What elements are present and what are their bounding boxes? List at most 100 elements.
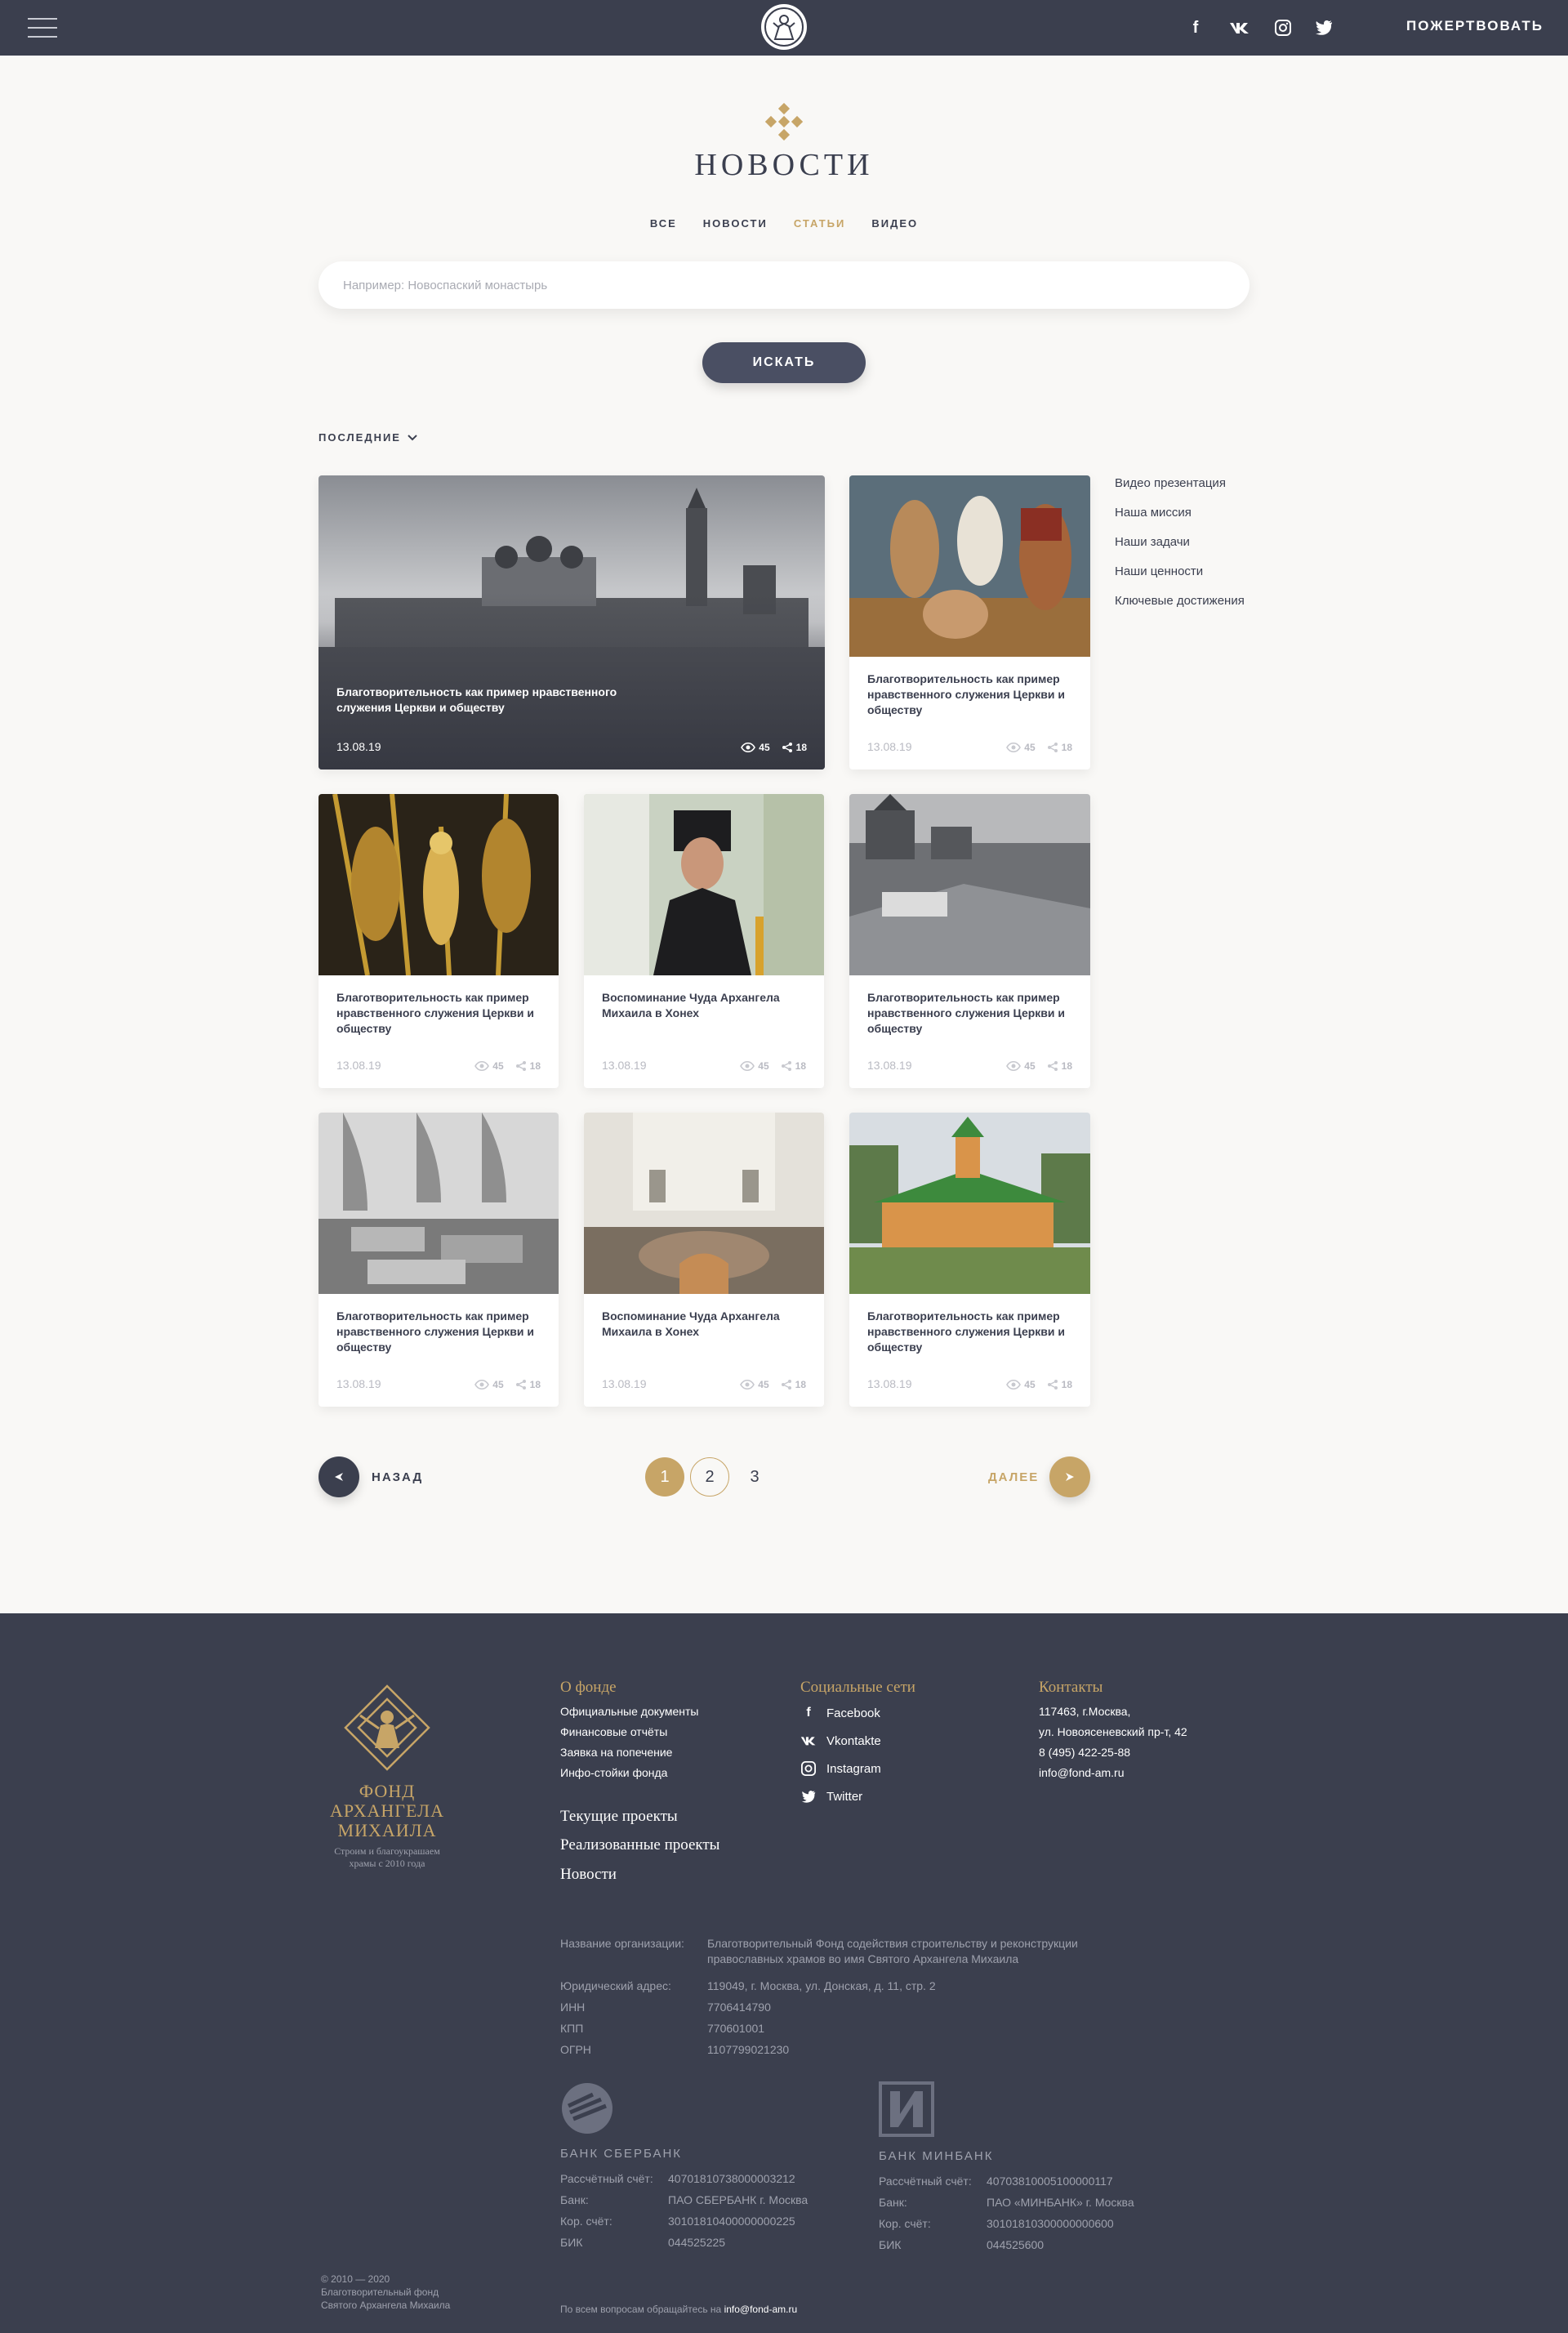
footer-social-heading: Социальные сети <box>800 1679 915 1696</box>
footer-phone[interactable]: 8 (495) 422-25-88 <box>1039 1746 1130 1759</box>
card-meta: 45 18 <box>740 1379 806 1390</box>
tab-all[interactable]: ВСЕ <box>650 217 677 230</box>
shares-count: 18 <box>782 742 807 753</box>
footer-email[interactable]: info@fond-am.ru <box>1039 1766 1124 1779</box>
footer-link-documents[interactable]: Официальные документы <box>560 1705 698 1718</box>
footer-link-info-stands[interactable]: Инфо-стойки фонда <box>560 1766 667 1779</box>
prev-label[interactable]: НАЗАД <box>372 1470 423 1484</box>
bank-label: БИК <box>879 2238 902 2251</box>
footer-link-application[interactable]: Заявка на попечение <box>560 1746 672 1759</box>
bank-name: БАНК СБЕРБАНК <box>560 2147 683 2161</box>
prev-button[interactable] <box>318 1456 359 1497</box>
contact-email-link[interactable]: info@fond-am.ru <box>724 2304 798 2315</box>
views-count: 45 <box>474 1060 504 1072</box>
side-link-mission[interactable]: Наша миссия <box>1115 505 1254 520</box>
requisite-value: 770601001 <box>707 2022 765 2035</box>
card-meta: 45 18 <box>474 1379 541 1390</box>
crypt-photo <box>318 1113 559 1294</box>
news-card[interactable]: Благотворительность как пример нравствен… <box>318 794 559 1088</box>
news-card[interactable]: Благотворительность как пример нравствен… <box>849 794 1090 1088</box>
facebook-icon[interactable]: f <box>1184 16 1207 39</box>
requisite-value: Благотворительный Фонд содействия строит… <box>707 1937 1078 1965</box>
card-title: Благотворительность как пример нравствен… <box>867 1309 1066 1354</box>
menu-icon[interactable] <box>28 18 57 38</box>
card-meta: 45 18 <box>741 742 807 753</box>
footer-facebook-link[interactable]: f Facebook <box>800 1705 880 1721</box>
arrow-right-icon <box>1066 1473 1074 1481</box>
footer-link-news[interactable]: Новости <box>560 1866 617 1884</box>
chevron-down-icon <box>408 434 417 440</box>
tab-video[interactable]: ВИДЕО <box>871 217 918 230</box>
next-label[interactable]: ДАЛЕЕ <box>988 1470 1039 1484</box>
card-date: 13.08.19 <box>336 740 381 753</box>
footer-link-reports[interactable]: Финансовые отчёты <box>560 1725 667 1738</box>
vk-icon <box>800 1733 817 1749</box>
page-1[interactable]: 1 <box>645 1457 684 1497</box>
bank-label: Кор. счёт: <box>560 2215 612 2228</box>
share-icon <box>781 1061 791 1071</box>
instagram-icon[interactable] <box>1272 16 1294 39</box>
facebook-icon: f <box>806 1706 811 1720</box>
eye-icon <box>474 1061 490 1071</box>
news-card[interactable]: Воспоминание Чуда Архангела Михаила в Хо… <box>584 794 824 1088</box>
views-count: 45 <box>1006 1379 1036 1390</box>
bank-value: ПАО СБЕРБАНК г. Москва <box>668 2193 808 2206</box>
page-title: НОВОСТИ <box>694 148 874 182</box>
shares-count: 18 <box>1047 742 1072 753</box>
views-count: 45 <box>1006 1060 1036 1072</box>
requisite-value: 7706414790 <box>707 2001 771 2014</box>
site-logo[interactable] <box>761 4 807 50</box>
news-card[interactable]: Воспоминание Чуда Архангела Михаила в Хо… <box>584 1113 824 1407</box>
cross-ornament-icon <box>765 103 803 141</box>
footer-twitter-link[interactable]: Twitter <box>800 1788 862 1804</box>
sort-dropdown[interactable]: ПОСЛЕДНИЕ <box>318 431 417 444</box>
page-3[interactable]: 3 <box>735 1457 774 1497</box>
eye-icon <box>1006 743 1022 752</box>
shares-count: 18 <box>1047 1060 1072 1072</box>
news-card[interactable]: Благотворительность как пример нравствен… <box>849 475 1090 769</box>
share-icon <box>782 743 792 752</box>
side-link-achievements[interactable]: Ключевые достижения <box>1115 593 1254 609</box>
contact-note: По всем вопросам обращайтесь на info@fon… <box>560 2304 798 2315</box>
search-input[interactable] <box>318 261 1250 309</box>
bank-value: ПАО «МИНБАНК» г. Москва <box>987 2196 1134 2209</box>
eye-icon <box>474 1380 490 1390</box>
eye-icon <box>1006 1380 1022 1390</box>
side-link-values[interactable]: Наши ценности <box>1115 564 1254 579</box>
card-title: Благотворительность как пример нравствен… <box>867 672 1066 716</box>
news-card[interactable]: Благотворительность как пример нравствен… <box>318 1113 559 1407</box>
angel-icon <box>773 15 795 40</box>
footer-about-heading: О фонде <box>560 1679 617 1696</box>
next-button[interactable] <box>1049 1456 1090 1497</box>
side-link-video[interactable]: Видео презентация <box>1115 475 1254 491</box>
shares-count: 18 <box>515 1379 541 1390</box>
footer-logo[interactable]: ФОНД АРХАНГЕЛА МИХАИЛА Строим и благоукр… <box>330 1683 444 1870</box>
share-icon <box>515 1380 526 1390</box>
shares-count: 18 <box>1047 1379 1072 1390</box>
tab-news[interactable]: НОВОСТИ <box>703 217 768 230</box>
church-interior-photo <box>584 1113 824 1294</box>
side-link-tasks[interactable]: Наши задачи <box>1115 534 1254 550</box>
requisite-label: Название организации: <box>560 1937 684 1950</box>
requisite-value: 119049, г. Москва, ул. Донская, д. 11, с… <box>707 1979 936 1992</box>
twitter-icon[interactable] <box>1312 16 1335 39</box>
tab-articles[interactable]: СТАТЬИ <box>794 217 846 230</box>
arrow-left-icon <box>335 1473 343 1481</box>
news-card[interactable]: Благотворительность как пример нравствен… <box>849 1113 1090 1407</box>
footer-vk-link[interactable]: Vkontakte <box>800 1733 881 1749</box>
requisite-label: Юридический адрес: <box>560 1979 671 1992</box>
bank-value: 044525225 <box>668 2236 726 2249</box>
bank-label: Кор. счёт: <box>879 2217 931 2230</box>
search-button[interactable]: ИСКАТЬ <box>702 342 866 383</box>
requisite-label: КПП <box>560 2022 584 2035</box>
footer-link-completed-projects[interactable]: Реализованные проекты <box>560 1836 719 1854</box>
featured-news-card[interactable]: Благотворительность как пример нравствен… <box>318 475 825 769</box>
top-bar: f ПОЖЕРТВОВАТЬ <box>0 0 1568 56</box>
donate-button[interactable]: ПОЖЕРТВОВАТЬ <box>1406 18 1544 34</box>
footer-link-current-projects[interactable]: Текущие проекты <box>560 1808 678 1826</box>
views-count: 45 <box>740 1379 769 1390</box>
bank-label: Рассчётный счёт: <box>879 2175 972 2188</box>
page-2[interactable]: 2 <box>690 1457 729 1497</box>
vk-icon[interactable] <box>1228 16 1251 39</box>
footer-instagram-link[interactable]: Instagram <box>800 1760 881 1777</box>
